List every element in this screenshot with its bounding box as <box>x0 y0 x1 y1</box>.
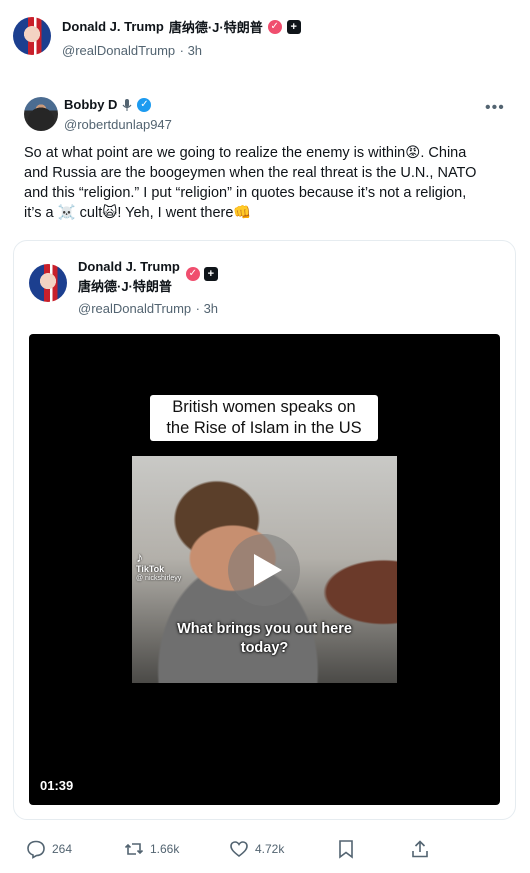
bookmark-button[interactable] <box>337 836 361 862</box>
microphone-icon <box>121 98 133 112</box>
quoted-author-handle[interactable]: @robertdunlap947 <box>64 117 172 132</box>
text-line: So at what point are we going to realize… <box>24 145 467 161</box>
share-button[interactable] <box>410 836 436 862</box>
text-line: it’s a ☠️ cult🙀! Yeh, I went there👊 <box>24 205 252 221</box>
play-icon <box>254 554 282 586</box>
caption-line: today? <box>240 640 289 656</box>
video-duration: 01:39 <box>40 778 74 793</box>
author-name-cn[interactable]: 唐纳德·J·特朗普 <box>169 17 263 36</box>
top-post-header: Donald J. Trump 唐纳德·J·特朗普 ✓ + @realDonal… <box>62 17 362 60</box>
video-title-line: British women speaks on <box>172 398 356 416</box>
play-button[interactable] <box>228 534 300 606</box>
embedded-post-header: Donald J. Trump 唐纳德·J·特朗普 ✓ + @realDonal… <box>78 259 278 318</box>
embedded-author-handle[interactable]: @realDonaldTrump <box>78 301 191 316</box>
reply-count: 264 <box>52 842 73 856</box>
verified-badge-icon: ✓ <box>137 97 152 112</box>
dot-separator: · <box>195 301 204 316</box>
author-handle[interactable]: @realDonaldTrump <box>62 43 175 58</box>
reply-icon <box>27 840 45 859</box>
verified-badge-icon: ✓ <box>267 19 282 34</box>
share-icon <box>412 840 428 858</box>
caption-line: What brings you out here <box>177 621 352 637</box>
embedded-post-time[interactable]: 3h <box>204 301 218 316</box>
repost-icon <box>124 843 144 855</box>
like-count: 4.72k <box>255 842 285 856</box>
repost-count: 1.66k <box>150 842 180 856</box>
quoted-post-header: Bobby D ✓ @robertdunlap947 <box>64 97 364 134</box>
bookmark-icon <box>339 840 353 859</box>
repost-button[interactable]: 1.66k <box>124 836 179 862</box>
author-name[interactable]: Donald J. Trump <box>62 19 164 34</box>
post-time[interactable]: 3h <box>188 43 202 58</box>
tiktok-label: TikTok <box>136 564 165 574</box>
tiktok-watermark: ♪ TikTok @ nickshirleyy <box>136 549 182 582</box>
reply-button[interactable]: 264 <box>26 836 72 862</box>
more-icon[interactable]: ••• <box>485 99 505 117</box>
verified-badge-icon: ✓ <box>185 267 200 281</box>
video-title-line: the Rise of Islam in the US <box>166 419 362 437</box>
embedded-author-name-cn[interactable]: 唐纳德·J·特朗普 <box>78 276 180 295</box>
dot-separator: · <box>179 43 188 58</box>
tiktok-user: @ nickshirleyy <box>136 575 182 582</box>
video-title-overlay: British women speaks on the Rise of Isla… <box>150 395 378 441</box>
quoted-author-name[interactable]: Bobby D <box>64 97 117 112</box>
quoted-post-text: So at what point are we going to realize… <box>24 143 514 223</box>
like-button[interactable]: 4.72k <box>229 836 284 862</box>
avatar-trump-embedded[interactable] <box>29 264 67 302</box>
avatar-trump[interactable] <box>13 17 51 55</box>
action-bar: 264 1.66k 4.72k <box>0 836 530 862</box>
subscriber-badge-icon: + <box>203 267 218 281</box>
text-line: and Russia are the boogeymen when the re… <box>24 165 477 181</box>
video-caption: What brings you out here today? <box>132 620 397 658</box>
subscriber-badge-icon: + <box>286 19 301 34</box>
like-icon <box>230 841 248 858</box>
text-line: and this “religion.” I put “religion” in… <box>24 185 467 201</box>
embedded-author-name[interactable]: Donald J. Trump <box>78 259 180 274</box>
avatar-bobby[interactable] <box>24 97 58 131</box>
